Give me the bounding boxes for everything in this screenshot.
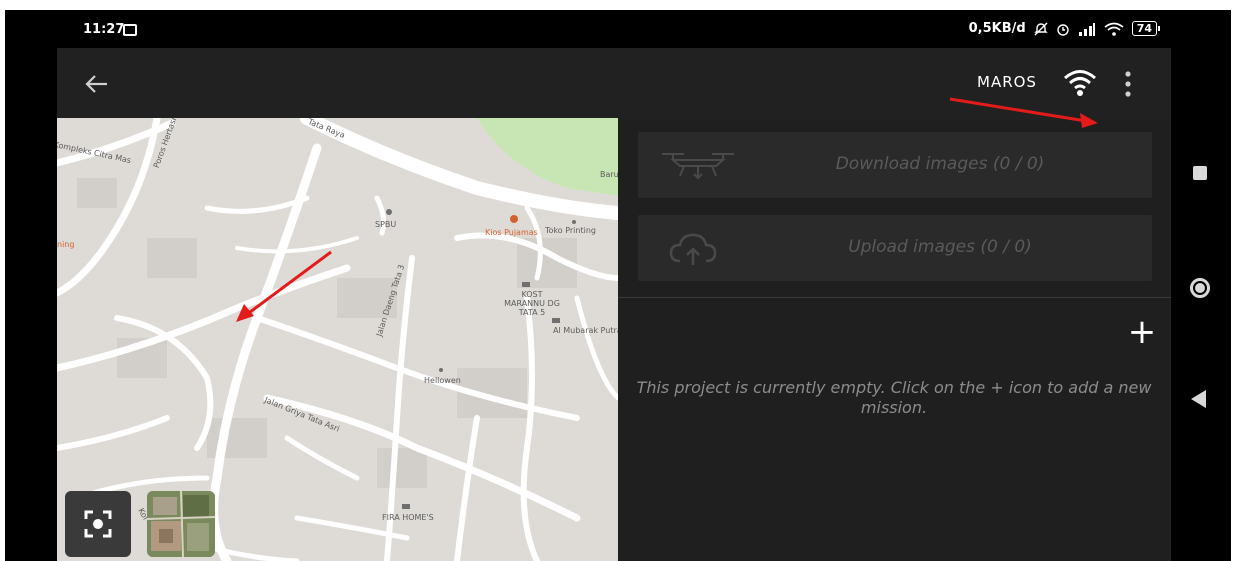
upload-images-button[interactable]: Upload images (0 / 0) [638,215,1152,281]
map-streets [57,118,618,561]
notification-icon [123,24,137,36]
map-label-hellowen: Hellowen [424,376,461,385]
map-label-fira: FIRA HOME'S [382,513,434,522]
app-bar: MAROS [57,48,1171,120]
download-images-button[interactable]: Download images (0 / 0) [638,132,1152,198]
satellite-layer-icon [147,491,215,557]
map-label-ning: ning [57,240,75,249]
network-speed: 0,5KB/d [968,21,1026,36]
home-button[interactable] [1190,278,1210,298]
map-label-kost: KOST MARANNU DG TATA 5 [504,290,560,317]
add-mission-button[interactable]: + [1124,315,1160,351]
map-label-toko: Toko Printing [545,226,596,235]
battery-icon: 74 [1131,21,1161,36]
download-images-label: Download images (0 / 0) [835,154,1045,174]
status-bar: 11:27 0,5KB/d 74 [5,10,1171,48]
upload-images-label: Upload images (0 / 0) [848,237,1032,257]
app-window: MAROS Tata Raya Kompleks Citra Mas Poros… [57,48,1171,561]
status-time: 11:27 [83,22,125,37]
map-label-mubarak: Al Mubarak Putra [553,326,618,335]
wifi-icon[interactable] [1063,68,1097,98]
project-name: MAROS [977,73,1037,91]
recenter-icon [84,510,112,538]
nav-back-button[interactable] [1191,390,1206,408]
phone-screen: 11:27 0,5KB/d 74 MAROS Tata Raya Komplek… [5,10,1231,561]
more-vert-icon[interactable] [1121,68,1135,100]
map-label-baru: Baru [600,170,618,179]
recenter-button[interactable] [65,491,131,557]
signal-icon [1078,22,1095,36]
mute-icon [1033,22,1048,35]
satellite-layer-button[interactable] [147,491,215,557]
map-label-kios: Kios Pujamas [485,228,538,237]
wifi-status-icon [1104,22,1124,36]
status-right-group: 0,5KB/d 74 [968,21,1161,36]
back-arrow-icon[interactable] [81,69,111,99]
map-label-spbu: SPBU [375,220,397,229]
map-view[interactable]: Tata Raya Kompleks Citra Mas Poros Herta… [57,118,618,561]
alarm-icon [1056,23,1069,36]
mission-panel: Download images (0 / 0) Upload images (0… [618,120,1171,561]
recents-button[interactable] [1193,166,1207,180]
android-nav-bar [1171,10,1231,561]
panel-divider [618,297,1171,298]
empty-project-message: This project is currently empty. Click o… [636,378,1152,417]
